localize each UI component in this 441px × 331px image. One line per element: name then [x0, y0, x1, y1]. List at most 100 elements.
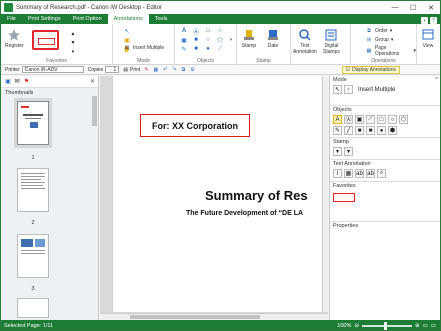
filled-rect-icon[interactable]: ■: [366, 126, 375, 135]
view-group: View: [417, 24, 440, 65]
app-window: Summary of Research.pdf - Canon iW Deskt…: [0, 0, 441, 331]
copies-label: Copies: [87, 66, 104, 73]
image-tool-icon[interactable]: ▣: [180, 36, 188, 44]
thumbnail-page-4[interactable]: [17, 298, 49, 318]
thumbnails-scrollbar[interactable]: [92, 88, 97, 320]
insert-multiple-button[interactable]: ▤ Insert Multiple: [123, 44, 165, 52]
pointer-icon[interactable]: ↖: [123, 27, 131, 35]
filled-polygon-icon[interactable]: ⬢: [388, 126, 397, 135]
marker-tool-icon[interactable]: ╱: [344, 126, 353, 135]
tab-print-option[interactable]: Print Option: [67, 14, 108, 24]
copies-input[interactable]: 1: [105, 66, 120, 73]
rectangle-tool-icon[interactable]: □: [377, 115, 386, 124]
close-button[interactable]: ✕: [422, 1, 440, 14]
rectangle-tool-icon[interactable]: □: [204, 27, 212, 35]
zoom-out-icon[interactable]: ⊖: [354, 323, 359, 329]
line-tool-icon[interactable]: ⟋: [216, 45, 224, 53]
comments-tab-icon[interactable]: ✉: [15, 78, 20, 85]
order-button[interactable]: ⧉ Order ▾: [365, 27, 392, 35]
stamp-button[interactable]: Stamp: [241, 27, 257, 49]
pointer-icon[interactable]: ↖: [333, 85, 342, 94]
insert-multiple-toggle[interactable]: Insert Multiple: [358, 87, 395, 93]
print-button[interactable]: ▤ Print: [123, 67, 140, 73]
tab-annotations[interactable]: Annotations: [107, 14, 149, 24]
ellipse-tool-icon[interactable]: ○: [388, 115, 397, 124]
tab-print-settings[interactable]: Print Settings: [22, 14, 67, 24]
thumbnails-tab-icon[interactable]: ▣: [5, 78, 11, 85]
maximize-button[interactable]: ☐: [404, 1, 422, 14]
pen-tool-icon[interactable]: ✎: [333, 126, 342, 135]
polygon-tool-icon[interactable]: ⬡: [399, 115, 408, 124]
group-button[interactable]: ⊞ Group ▾: [365, 36, 394, 44]
tab-file[interactable]: File: [1, 14, 22, 24]
pen-tool-icon[interactable]: ✎: [180, 45, 188, 53]
stamp-section-title: Stamp: [333, 139, 349, 145]
filled-rect-icon[interactable]: ■: [192, 36, 200, 44]
screen-icon[interactable]: ▪: [421, 17, 428, 24]
text-strike-icon[interactable]: ab: [355, 169, 364, 178]
line-tool-icon[interactable]: ⟋: [366, 115, 375, 124]
favorite-annotation-swatch[interactable]: [32, 30, 59, 50]
zoom-level: 100%: [337, 322, 352, 329]
select-rect-icon[interactable]: ▣: [123, 36, 131, 44]
text-format-icon[interactable]: ▦: [344, 169, 353, 178]
document-horizontal-scrollbar[interactable]: [100, 313, 328, 320]
filled-rect-icon[interactable]: ■: [355, 126, 364, 135]
highlight-icon[interactable]: ▦: [154, 67, 159, 73]
date-button[interactable]: Date: [265, 27, 281, 49]
digital-stamps-button[interactable]: Digital Stamps: [323, 27, 340, 55]
textbox-tool-icon[interactable]: Ⓐ: [344, 115, 353, 124]
thumbnail-page-3[interactable]: [17, 234, 49, 278]
annotation-tool-icon[interactable]: ✎: [144, 67, 148, 73]
image-tool-icon[interactable]: ▣: [355, 115, 364, 124]
settings-icon[interactable]: ⚙: [190, 67, 194, 73]
text-tool-icon[interactable]: A: [333, 115, 342, 124]
objects-expand-icon[interactable]: ▾: [227, 36, 235, 44]
thumbnail-page-2[interactable]: [17, 168, 49, 212]
thumbnail-page-1[interactable]: [17, 101, 49, 145]
close-pane-icon[interactable]: ✕: [90, 78, 95, 85]
copy-icon[interactable]: ⧉: [182, 67, 186, 73]
polygon-tool-icon[interactable]: ⬠: [216, 36, 224, 44]
textbox-tool-icon[interactable]: Ⓐ: [192, 27, 200, 36]
text-group: Text Annotation Digital Stamps: [291, 24, 351, 65]
text-cursor-icon[interactable]: I: [333, 169, 342, 178]
text-annotation-box[interactable]: For: XX Corporation: [140, 114, 250, 137]
page-operations-button[interactable]: ▦ Page Operations ▾: [365, 45, 416, 57]
zoom-slider[interactable]: [361, 321, 412, 330]
favorite-annotation-item[interactable]: [333, 193, 355, 202]
collapse-icon[interactable]: ^: [435, 77, 438, 83]
text-annotation-button[interactable]: Text Annotation: [293, 27, 317, 55]
document-vertical-scrollbar[interactable]: [322, 76, 328, 312]
register-button[interactable]: Register: [5, 27, 24, 49]
date-stamp-icon[interactable]: ▾: [344, 147, 353, 156]
scroll-up-icon[interactable]: ▲: [69, 30, 77, 38]
stamp-section: Stamp ▾ ▾: [330, 138, 440, 160]
tab-tools[interactable]: Tools: [149, 14, 174, 24]
redo-icon[interactable]: ↷: [172, 67, 176, 73]
scroll-down-icon[interactable]: ▼: [69, 39, 77, 47]
stamp-icon[interactable]: ▾: [333, 147, 342, 156]
fit-page-icon[interactable]: ▭: [423, 323, 428, 329]
minimize-button[interactable]: —: [386, 1, 404, 14]
filled-circle-icon[interactable]: ●: [204, 45, 212, 53]
printer-select[interactable]: Canon iR-ADV: [21, 66, 84, 73]
highlight-tool-icon[interactable]: ■: [192, 45, 200, 53]
text-search-icon[interactable]: ⌕: [377, 169, 386, 178]
select-icon[interactable]: ▫: [344, 85, 353, 94]
mode-group: ↖ ▣ ✋ ▤ Insert Multiple Mode: [113, 24, 175, 65]
zoom-in-icon[interactable]: ⊕: [415, 323, 420, 329]
undo-icon[interactable]: ↶: [163, 67, 167, 73]
document-subtitle: The Future Development of “DE LA: [186, 210, 304, 217]
text-tool-icon[interactable]: A: [180, 27, 188, 35]
fit-width-icon[interactable]: ▭: [431, 323, 436, 329]
view-button[interactable]: View: [420, 27, 436, 49]
help-icon[interactable]: ?: [430, 17, 437, 24]
bookmark-tab-icon[interactable]: ⚑: [24, 78, 29, 85]
display-annotations-toggle[interactable]: ☑ Display Annotations: [341, 65, 400, 74]
text-underline-icon[interactable]: ab: [366, 169, 375, 178]
circle-tool-icon[interactable]: ○: [204, 36, 212, 44]
expand-icon[interactable]: ▾: [69, 48, 77, 56]
filled-circle-icon[interactable]: ●: [377, 126, 386, 135]
ellipse-tool-icon[interactable]: ○: [216, 27, 224, 35]
